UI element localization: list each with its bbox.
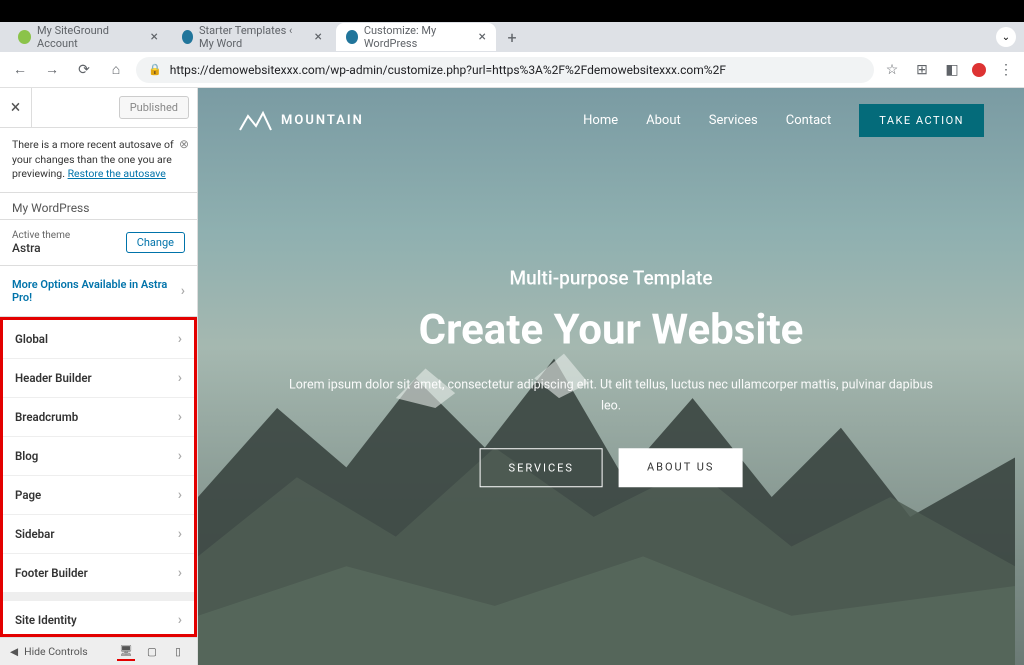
chevron-right-icon: › [178, 331, 182, 347]
panel-label: Footer Builder [15, 566, 88, 580]
take-action-button[interactable]: TAKE ACTION [859, 104, 984, 137]
favicon-icon [182, 30, 193, 44]
chevron-right-icon: › [178, 448, 182, 464]
hide-controls-button[interactable]: ◀ Hide Controls [10, 645, 88, 658]
panel-header-builder[interactable]: Header Builder › [3, 359, 194, 398]
extension-badge-icon[interactable] [972, 63, 986, 77]
active-theme-label: Active theme [12, 230, 70, 241]
home-button[interactable]: ⌂ [104, 58, 128, 82]
menu-icon[interactable]: ⋮ [996, 60, 1016, 80]
star-icon[interactable]: ☆ [882, 60, 902, 80]
panel-label: Site Identity [15, 613, 77, 627]
chevron-right-icon: › [178, 370, 182, 386]
mobile-preview-button[interactable]: ▯ [169, 643, 187, 661]
customizer-sidebar: × Published ⊗ There is a more recent aut… [0, 88, 198, 665]
nav-home[interactable]: Home [583, 113, 618, 128]
tab-title: My SiteGround Account [37, 24, 144, 50]
favicon-icon [346, 30, 358, 44]
browser-tab-active[interactable]: Customize: My WordPress × [336, 23, 496, 51]
customizer-header: × Published [0, 88, 197, 128]
site-title-label: My WordPress [0, 193, 197, 220]
panel-site-identity[interactable]: Site Identity › [3, 601, 194, 637]
dismiss-notice-icon[interactable]: ⊗ [179, 136, 189, 153]
hero-description: Lorem ipsum dolor sit amet, consectetur … [281, 374, 942, 417]
panel-breadcrumb[interactable]: Breadcrumb › [3, 398, 194, 437]
back-button[interactable]: ← [8, 58, 32, 82]
collapse-icon: ◀ [10, 645, 18, 658]
forward-button[interactable]: → [40, 58, 64, 82]
panel-page[interactable]: Page › [3, 476, 194, 515]
change-theme-button[interactable]: Change [126, 232, 185, 253]
url-bar[interactable]: 🔒 https://demowebsitexxx.com/wp-admin/cu… [136, 57, 874, 83]
tablet-preview-button[interactable]: ▢ [143, 643, 161, 661]
panel-label: Sidebar [15, 527, 54, 541]
restore-autosave-link[interactable]: Restore the autosave [68, 167, 166, 180]
hero-content: Multi-purpose Template Create Your Websi… [281, 266, 942, 488]
browser-tab[interactable]: Starter Templates ‹ My Word × [172, 23, 332, 51]
close-icon[interactable]: × [315, 29, 322, 45]
about-us-button[interactable]: ABOUT US [619, 448, 742, 487]
chevron-right-icon: › [178, 526, 182, 542]
browser-tab-bar: My SiteGround Account × Starter Template… [0, 22, 1024, 52]
chevron-right-icon: › [178, 565, 182, 581]
panel-footer-builder[interactable]: Footer Builder › [3, 554, 194, 593]
logo-text: MOUNTAIN [281, 113, 364, 128]
close-customizer-button[interactable]: × [0, 88, 32, 128]
active-theme-section: Active theme Astra Change [0, 220, 197, 266]
favicon-icon [18, 30, 31, 44]
panel-label: Blog [15, 449, 38, 463]
pro-link-text: More Options Available in Astra Pro! [12, 278, 181, 304]
astra-pro-link[interactable]: More Options Available in Astra Pro! › [0, 266, 197, 317]
services-button[interactable]: SERVICES [480, 448, 603, 487]
autosave-notice: ⊗ There is a more recent autosave of you… [0, 128, 197, 193]
hero-subtitle: Multi-purpose Template [281, 266, 942, 289]
panel-sidebar[interactable]: Sidebar › [3, 515, 194, 554]
browser-nav-bar: ← → ⟳ ⌂ 🔒 https://demowebsitexxx.com/wp-… [0, 52, 1024, 88]
mountain-logo-icon [238, 108, 273, 133]
hero-title: Create Your Website [281, 305, 942, 354]
tab-title: Customize: My WordPress [364, 24, 473, 50]
theme-name: Astra [12, 241, 70, 255]
chevron-right-icon: › [178, 612, 182, 628]
chevron-right-icon: › [178, 487, 182, 503]
customizer-footer: ◀ Hide Controls 🖥 ▢ ▯ [0, 637, 197, 665]
lock-icon: 🔒 [148, 63, 162, 76]
close-icon[interactable]: × [151, 29, 158, 45]
panel-label: Global [15, 332, 48, 346]
panel-icon[interactable]: ◧ [942, 60, 962, 80]
site-preview: MOUNTAIN Home About Services Contact TAK… [198, 88, 1024, 665]
window-titlebar [0, 0, 1024, 22]
nav-services[interactable]: Services [709, 113, 758, 128]
publish-button[interactable]: Published [119, 96, 189, 119]
panel-blog[interactable]: Blog › [3, 437, 194, 476]
panel-label: Page [15, 488, 41, 502]
tab-dropdown-icon[interactable]: ⌄ [996, 27, 1016, 47]
panel-label: Header Builder [15, 371, 92, 385]
nav-about[interactable]: About [646, 113, 681, 128]
url-text: https://demowebsitexxx.com/wp-admin/cust… [170, 63, 726, 77]
site-header: MOUNTAIN Home About Services Contact TAK… [198, 88, 1024, 153]
extensions-icon[interactable]: ⊞ [912, 60, 932, 80]
hide-controls-label: Hide Controls [24, 645, 88, 658]
chevron-right-icon: › [181, 283, 185, 299]
close-icon[interactable]: × [479, 29, 486, 45]
new-tab-button[interactable]: + [500, 25, 524, 49]
customizer-panels-list: Global › Header Builder › Breadcrumb › Blog… [0, 317, 197, 637]
tab-title: Starter Templates ‹ My Word [199, 24, 309, 50]
site-logo[interactable]: MOUNTAIN [238, 108, 364, 133]
chevron-right-icon: › [178, 409, 182, 425]
nav-contact[interactable]: Contact [786, 113, 831, 128]
panel-label: Breadcrumb [15, 410, 78, 424]
reload-button[interactable]: ⟳ [72, 58, 96, 82]
panel-global[interactable]: Global › [3, 320, 194, 359]
desktop-preview-button[interactable]: 🖥 [117, 643, 135, 661]
browser-tab[interactable]: My SiteGround Account × [8, 23, 168, 51]
